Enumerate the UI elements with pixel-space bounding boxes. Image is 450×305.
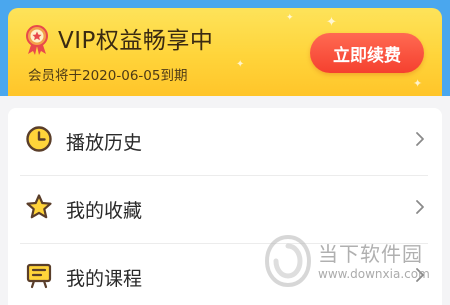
clock-icon <box>26 126 52 152</box>
vip-title: VIP权益畅享中 <box>58 28 214 54</box>
menu-item-label: 我的收藏 <box>66 200 143 222</box>
menu-item-label: 我的课程 <box>66 268 143 290</box>
chevron-right-icon <box>416 200 424 214</box>
vip-expiry-text: 会员将于2020-06-05到期 <box>28 68 188 84</box>
menu-item-label: 播放历史 <box>66 132 143 154</box>
watermark-url: www.downxia.com <box>318 267 430 281</box>
sparkle-icon: ✦ <box>326 15 337 30</box>
watermark-logo-icon <box>264 234 312 288</box>
course-icon <box>26 263 52 289</box>
sparkle-icon: ✦ <box>286 13 294 23</box>
chevron-right-icon <box>416 132 424 146</box>
star-icon <box>26 194 52 219</box>
vip-medal-icon <box>26 25 48 55</box>
watermark-title: 当下软件园 <box>318 242 423 266</box>
menu-item-favorites[interactable]: 我的收藏 <box>8 176 442 242</box>
sparkle-icon: ✦ <box>236 59 245 70</box>
renew-button[interactable]: 立即续费 <box>310 33 424 73</box>
vip-card[interactable]: ✦ ✦ ✦ ✦ VIP权益畅享中 会员将于2020-06-05到期 立即续费 <box>8 8 442 96</box>
sparkle-icon: ✦ <box>413 77 423 90</box>
menu-item-history[interactable]: 播放历史 <box>8 108 442 174</box>
